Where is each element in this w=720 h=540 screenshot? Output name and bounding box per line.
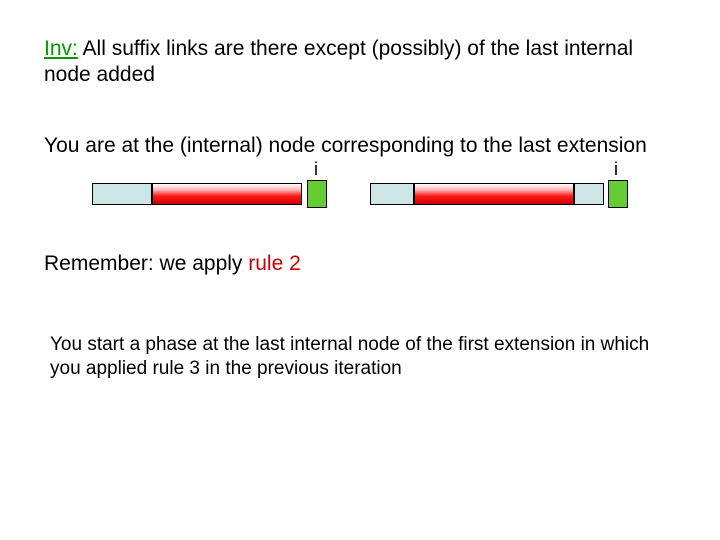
index-label-right: i xyxy=(614,159,618,180)
segment-suffix xyxy=(574,183,604,205)
sequence-left: i xyxy=(92,163,352,223)
rule-2-text: rule 2 xyxy=(248,252,301,275)
remember-text: Remember: we apply xyxy=(44,252,248,275)
remember-line: Remember: we apply rule 2 xyxy=(44,251,676,277)
segment-match xyxy=(414,183,574,205)
spacer xyxy=(44,89,676,133)
segment-prefix xyxy=(370,183,414,205)
node-position-text: You are at the (internal) node correspon… xyxy=(44,133,676,159)
sequence-right: i xyxy=(370,163,650,223)
segment-new-char xyxy=(608,180,628,208)
segment-match xyxy=(152,183,302,205)
bar-row-right xyxy=(370,183,650,205)
invariant-line: Inv: All suffix links are there except (… xyxy=(44,36,676,89)
segment-prefix xyxy=(92,183,152,205)
bar-row-left xyxy=(92,183,352,205)
invariant-label: Inv: xyxy=(44,37,78,60)
invariant-text: All suffix links are there except (possi… xyxy=(44,37,633,86)
slide: Inv: All suffix links are there except (… xyxy=(0,0,720,540)
phase-start-text: You start a phase at the last internal n… xyxy=(44,333,676,381)
index-label-left: i xyxy=(314,159,318,180)
segment-new-char xyxy=(307,180,327,208)
spacer xyxy=(44,277,676,333)
sequence-diagram: i i xyxy=(44,163,676,223)
